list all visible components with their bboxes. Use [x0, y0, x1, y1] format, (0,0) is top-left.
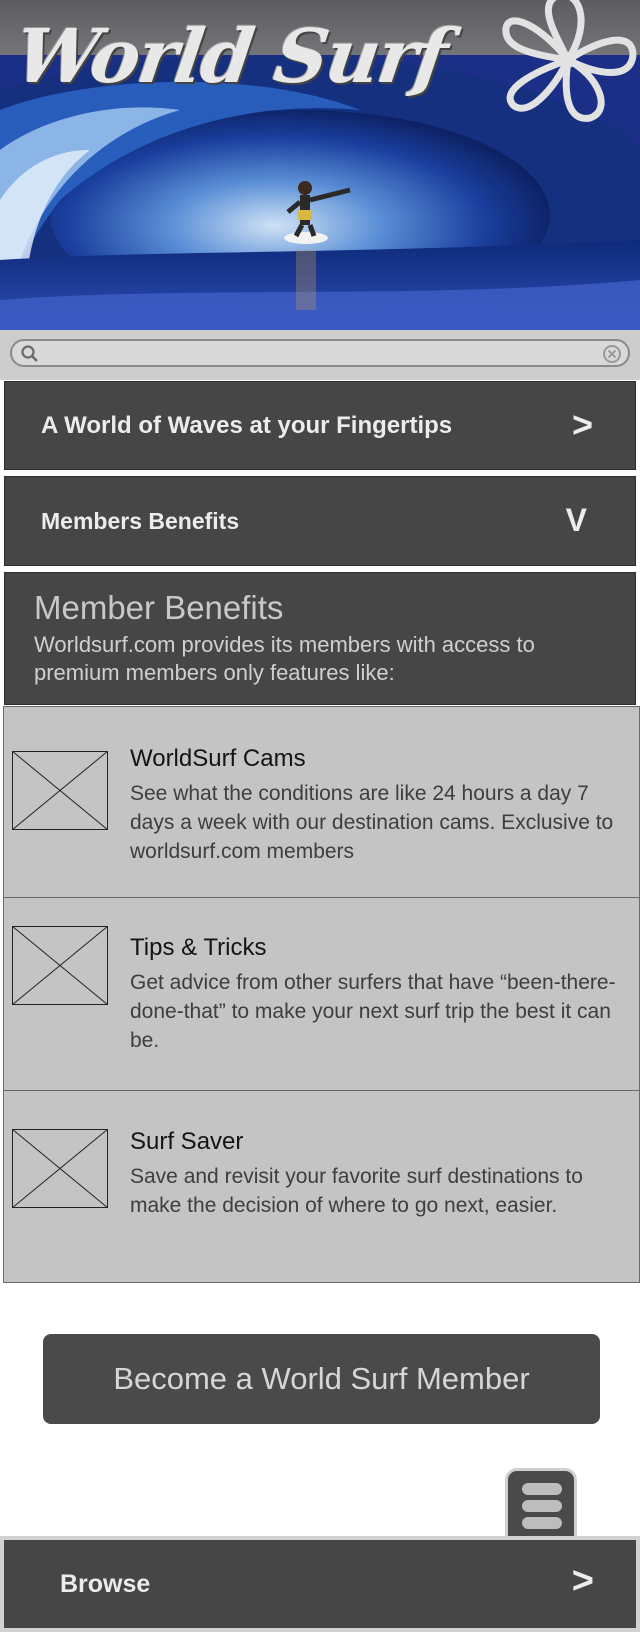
menu-line — [522, 1517, 562, 1529]
search-bar — [0, 330, 640, 380]
feature-title: Surf Saver — [130, 1128, 244, 1155]
menu-line — [522, 1483, 562, 1495]
nav-item-label: Members Benefits — [41, 508, 240, 534]
hibiscus-icon — [502, 0, 637, 122]
benefits-panel-header: Member Benefits Worldsurf.com provides i… — [4, 572, 636, 705]
search-icon — [21, 345, 38, 362]
feature-worldsurf-cams[interactable]: WorldSurf Cams See what the conditions a… — [3, 706, 640, 898]
chevron-down-icon: V — [565, 502, 587, 538]
menu-line — [522, 1500, 562, 1512]
chevron-right-icon: > — [571, 1560, 594, 1602]
chevron-right-icon: > — [571, 404, 593, 445]
browse-footer: Browse > — [0, 1536, 640, 1632]
nav-item-label: A World of Waves at your Fingertips — [41, 412, 453, 439]
nav-item-world-of-waves[interactable]: A World of Waves at your Fingertips > — [4, 381, 636, 470]
hamburger-menu-icon[interactable] — [505, 1468, 577, 1538]
image-placeholder-icon — [12, 1129, 108, 1208]
image-placeholder-icon — [12, 751, 108, 830]
search-input[interactable] — [10, 339, 630, 367]
browse-button[interactable]: Browse > — [4, 1540, 636, 1628]
browse-label: Browse — [60, 1570, 151, 1598]
feature-description: See what the conditions are like 24 hour… — [130, 782, 614, 863]
become-member-button[interactable]: Become a World Surf Member — [43, 1334, 600, 1424]
feature-description: Save and revisit your favorite surf dest… — [130, 1165, 583, 1217]
feature-title: Tips & Tricks — [130, 934, 267, 961]
feature-tips-and-tricks[interactable]: Tips & Tricks Get advice from other surf… — [3, 897, 640, 1091]
image-placeholder-icon — [12, 926, 108, 1005]
feature-description: Get advice from other surfers that have … — [130, 971, 616, 1052]
site-logo[interactable]: World Surf — [10, 14, 451, 100]
hero-banner: World Surf — [0, 0, 640, 330]
feature-title: WorldSurf Cams — [130, 745, 306, 772]
benefits-description: Worldsurf.com provides its members with … — [34, 632, 535, 685]
clear-icon[interactable] — [602, 344, 622, 364]
benefits-title: Member Benefits — [34, 589, 284, 626]
nav-item-members-benefits[interactable]: Members Benefits V — [4, 476, 636, 566]
feature-surf-saver[interactable]: Surf Saver Save and revisit your favorit… — [3, 1090, 640, 1283]
